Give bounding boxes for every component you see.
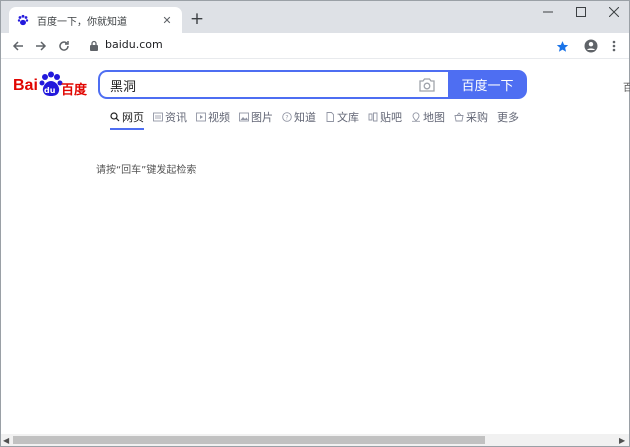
- search-input[interactable]: [110, 75, 410, 95]
- tab-title: 百度一下，你就知道: [37, 16, 127, 28]
- camera-icon[interactable]: [418, 77, 436, 93]
- logo-text-bai: Bai: [13, 77, 38, 94]
- doc-icon: [326, 112, 334, 122]
- logo-text-du: du: [44, 86, 56, 95]
- menu-dots-icon[interactable]: [604, 36, 624, 56]
- tab-news[interactable]: 资讯: [153, 108, 187, 126]
- tab-tieba[interactable]: 贴吧: [368, 108, 402, 126]
- browser-tab[interactable]: 百度一下，你就知道 ✕: [9, 7, 182, 33]
- map-icon: [412, 112, 420, 122]
- baidu-logo[interactable]: Bai du 百度: [13, 71, 89, 101]
- close-window-button[interactable]: [597, 1, 630, 23]
- news-icon: [153, 112, 163, 122]
- tab-more[interactable]: 更多: [497, 108, 519, 126]
- scrollbar-thumb[interactable]: [13, 436, 485, 444]
- svg-text:?: ?: [285, 115, 288, 122]
- scroll-right-icon[interactable]: ▶: [619, 436, 625, 445]
- tieba-icon: [368, 112, 378, 122]
- forward-button[interactable]: [31, 36, 51, 56]
- lock-icon: [90, 40, 98, 51]
- tab-zhidao[interactable]: ? 知道: [282, 108, 316, 126]
- play-icon: [196, 112, 206, 122]
- minimize-button[interactable]: [531, 1, 565, 23]
- scroll-left-icon[interactable]: ◀: [3, 436, 9, 445]
- search-box: [98, 70, 448, 99]
- tab-images[interactable]: 图片: [239, 108, 273, 126]
- bookmark-star-icon[interactable]: [552, 36, 572, 56]
- arrow-right-icon: [36, 41, 47, 51]
- tab-map[interactable]: 地图: [411, 108, 445, 126]
- search-nav: 网页 资讯 视频 图片 ? 知道 文库 贴吧 地图 采购 更多: [110, 108, 528, 130]
- basket-icon: [454, 112, 464, 122]
- browser-toolbar: baidu.com: [1, 33, 629, 59]
- magnifier-icon: [110, 112, 120, 122]
- title-bar: 百度一下，你就知道 ✕ +: [1, 1, 629, 33]
- logo-text-baidu: 百度: [61, 83, 88, 98]
- horizontal-scrollbar[interactable]: ◀ ▶: [1, 434, 629, 446]
- search-button[interactable]: 百度一下: [448, 70, 527, 99]
- arrow-left-icon: [12, 41, 23, 51]
- reload-button[interactable]: [54, 36, 74, 56]
- tab-wenku[interactable]: 文库: [325, 108, 359, 126]
- profile-avatar-icon[interactable]: [581, 36, 601, 56]
- address-bar-url[interactable]: baidu.com: [105, 38, 163, 51]
- new-tab-button[interactable]: +: [187, 9, 207, 29]
- enter-hint-text: 请按“回车”键发起检索: [96, 165, 197, 176]
- back-button[interactable]: [8, 36, 28, 56]
- tab-close-icon[interactable]: ✕: [160, 13, 174, 27]
- tab-purchase[interactable]: 采购: [454, 108, 488, 126]
- question-icon: ?: [282, 112, 292, 122]
- tab-video[interactable]: 视频: [196, 108, 230, 126]
- tab-web[interactable]: 网页: [110, 108, 144, 130]
- baidu-paw-icon: [17, 14, 29, 26]
- reload-icon: [59, 41, 69, 51]
- maximize-button[interactable]: [564, 1, 598, 23]
- browser-window: 百度一下，你就知道 ✕ + baidu.com Bai du 百度 黑洞 百度一…: [0, 0, 630, 447]
- image-icon: [239, 112, 249, 122]
- header-link-truncated[interactable]: 百: [623, 79, 630, 94]
